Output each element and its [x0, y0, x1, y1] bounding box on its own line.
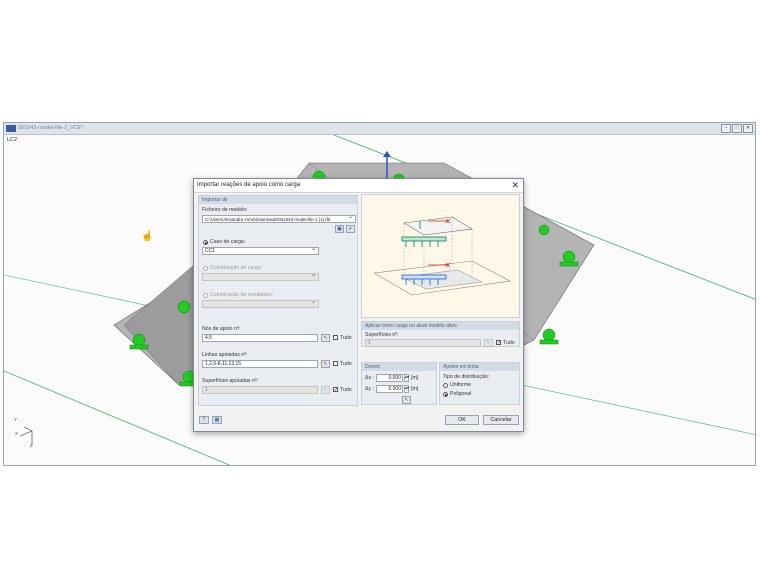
pick-nodes-icon[interactable]: ↖ — [321, 334, 330, 342]
model-file-select[interactable]: C:\Users\Alexandra Yuhn\Downloads\001643… — [202, 215, 356, 223]
supported-lines-input[interactable]: 1,2,6-8,11,13,15 — [202, 360, 318, 368]
axis-y-label: Y — [14, 417, 18, 422]
apply-as-load-panel: Aplicar como carga no atual modelo ativo… — [361, 321, 520, 347]
line-supports-header: Apoios em linha — [440, 363, 519, 371]
surfaces-all-label: Tudo — [340, 387, 352, 393]
dy-label: Δy : — [365, 386, 374, 392]
dx-label: Δx : — [365, 375, 374, 381]
dy-unit: [m] — [411, 386, 419, 392]
apply-check-icon[interactable]: ✔ — [346, 225, 355, 233]
distribution-type-label: Tipo de distribuição: — [443, 374, 490, 380]
dy-spinner[interactable]: ▴▾ — [404, 385, 409, 393]
load-case-radio[interactable] — [203, 240, 208, 245]
ok-button[interactable]: OK — [445, 415, 479, 425]
app-title-bar: 001643-model-file-2_VCE* – □ ✕ — [4, 123, 755, 135]
uniform-radio[interactable] — [443, 383, 448, 388]
pick-target-surfaces-icon[interactable]: ↖ — [484, 339, 493, 347]
dx-unit: [m] — [411, 375, 419, 381]
info-table-icon[interactable]: ▦ — [212, 416, 222, 424]
result-combination-select — [202, 300, 319, 308]
axis-x-label: X — [15, 431, 19, 436]
result-combination-label: Combinação de resultados: — [210, 292, 274, 298]
offset-header: Desvio — [362, 363, 436, 371]
dialog-title-bar: Importar reações de apoio como carga ✕ — [194, 179, 523, 193]
mouse-cursor-icon: ☝ — [141, 231, 154, 242]
polygonal-radio[interactable] — [443, 392, 448, 397]
uniform-label: Uniforme — [450, 382, 472, 388]
target-surfaces-all-checkbox[interactable]: ✓ — [496, 340, 501, 346]
nodes-all-checkbox[interactable] — [333, 335, 338, 340]
cancel-button[interactable]: Cancelar — [483, 415, 519, 425]
target-surfaces-all-label: Tudo — [503, 340, 515, 346]
dx-spinner[interactable]: ▴▾ — [404, 374, 409, 382]
import-from-header: Importar de — [199, 196, 357, 204]
load-case-select[interactable]: CC1 — [202, 247, 319, 255]
axis-z-label: Z — [30, 443, 33, 448]
close-window-icon[interactable]: ✕ — [743, 124, 753, 133]
target-surfaces-input[interactable]: 1 — [365, 339, 481, 347]
dialog-title: Importar reações de apoio como carga — [197, 182, 301, 188]
surfaces-all-checkbox[interactable]: ✓ — [333, 387, 338, 393]
maximize-icon[interactable]: □ — [732, 124, 742, 133]
dialog-close-icon[interactable]: ✕ — [511, 180, 519, 191]
nodes-all-label: Tudo — [340, 335, 352, 341]
minimize-icon[interactable]: – — [721, 124, 731, 133]
pick-lines-icon[interactable]: ↖ — [321, 360, 330, 368]
app-logo-icon — [6, 125, 16, 132]
offset-panel: Desvio Δx : 0.000 ▴▾ [m] Δy : 0.000 ▴▾ [… — [361, 362, 437, 405]
model-file-label: Ficheiro de modelo: — [202, 207, 248, 213]
dy-input[interactable]: 0.000 — [376, 385, 403, 393]
supported-lines-label: Linhas apoiadas nº: — [202, 352, 248, 358]
target-surfaces-label: Superfícies nº: — [365, 332, 399, 338]
load-combination-radio[interactable] — [203, 266, 208, 271]
apply-as-load-header: Aplicar como carga no atual modelo ativo — [362, 322, 519, 330]
pick-offset-icon[interactable]: ↖ — [402, 396, 411, 404]
result-combination-radio[interactable] — [203, 293, 208, 298]
polygonal-label: Poligonal — [450, 391, 472, 397]
dx-input[interactable]: 0.000 — [376, 374, 403, 382]
line-supports-panel: Apoios em linha Tipo de distribuição: Un… — [439, 362, 520, 405]
app-title: 001643-model-file-2_VCE* — [18, 125, 84, 131]
support-nodes-label: Nós de apoio nº: — [202, 326, 241, 332]
load-combination-label: Combinação de carga: — [210, 265, 263, 271]
load-combination-select — [202, 273, 319, 281]
lines-all-checkbox[interactable] — [333, 361, 338, 366]
import-support-reactions-dialog: Importar reações de apoio como carga ✕ I… — [193, 178, 524, 432]
load-case-label: Caso de carga: — [210, 239, 246, 245]
support-reaction-preview-image — [361, 194, 520, 318]
help-icon[interactable]: ? — [199, 416, 209, 424]
supported-surfaces-label: Superfícies apoiadas nº: — [202, 378, 259, 384]
import-from-panel: Importar de Ficheiro de modelo: C:\Users… — [198, 195, 358, 406]
pick-surfaces-icon[interactable]: ↖ — [321, 386, 330, 394]
open-folder-icon[interactable]: ▣ — [335, 225, 344, 233]
support-nodes-input[interactable]: 4,5 — [202, 334, 318, 342]
supported-surfaces-input[interactable]: 1 — [202, 386, 318, 394]
lines-all-label: Tudo — [340, 361, 352, 367]
